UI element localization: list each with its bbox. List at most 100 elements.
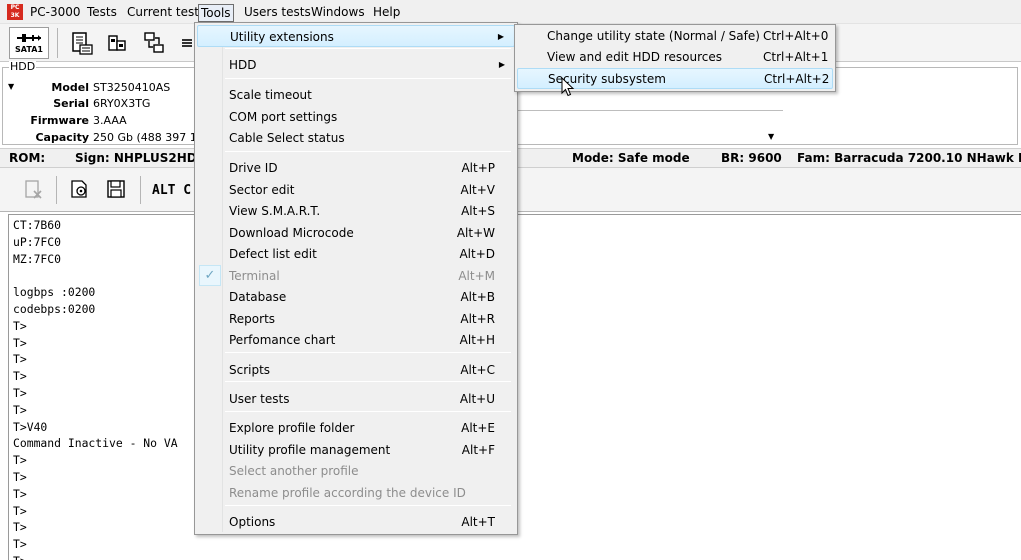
terminal-line: CT:7B60	[13, 218, 62, 232]
menu-item-label: Download Microcode	[229, 226, 354, 240]
menu-pc3000[interactable]: PC-3000	[30, 5, 80, 22]
menu-item-shortcut: Alt+R	[460, 312, 495, 326]
menu-windows[interactable]: Windows	[311, 5, 365, 22]
menu-item-shortcut: Alt+S	[461, 204, 495, 218]
menu-item-shortcut: Alt+D	[459, 247, 495, 261]
menu-item-database[interactable]: Database Alt+B	[197, 286, 515, 308]
submenu-item-view-and-edit-hdd-resources[interactable]: View and edit HDD resources Ctrl+Alt+1	[517, 47, 833, 68]
chip-button[interactable]	[66, 27, 96, 59]
terminal-line: T>	[13, 553, 27, 560]
terminal-line: uP:7FC0	[13, 234, 62, 249]
menu-item-shortcut: Alt+H	[459, 333, 495, 347]
submenu-item-change-utility-state-normal-safe[interactable]: Change utility state (Normal / Safe) Ctrl…	[517, 26, 833, 47]
menu-item-hdd[interactable]: HDD ▶	[197, 54, 515, 76]
menu-item-label: Rename profile according the device ID	[229, 486, 466, 500]
menu-users-tests[interactable]: Users tests	[244, 5, 311, 22]
menu-item-download-microcode[interactable]: Download Microcode Alt+W	[197, 222, 515, 244]
menu-item-shortcut: Alt+M	[458, 269, 495, 283]
field-serial-value: 6RY0X3TG	[93, 97, 151, 110]
file-gear-icon	[71, 180, 87, 198]
menu-item-scripts[interactable]: Scripts Alt+C	[197, 359, 515, 381]
menu-separator	[225, 381, 511, 382]
menu-item-cable-select-status[interactable]: Cable Select status	[197, 127, 515, 149]
menu-current-test[interactable]: Current test	[127, 5, 199, 22]
sata-port-button[interactable]: SATA1	[9, 27, 49, 59]
terminal-line: T>	[13, 470, 27, 484]
terminal-line: T>	[13, 453, 27, 468]
dropdown-arrow-icon[interactable]: ▼	[768, 132, 774, 141]
menu-item-label: Scale timeout	[229, 88, 312, 102]
terminal-line: T>	[13, 520, 27, 535]
terminal-line: Command Inactive - No VA	[13, 436, 178, 451]
menu-item-label: Utility profile management	[229, 443, 391, 457]
network-icon	[144, 32, 164, 53]
mouse-cursor-icon	[561, 77, 575, 97]
menu-item-label: Scripts	[229, 363, 271, 377]
list-button[interactable]	[178, 27, 194, 59]
menu-item-label: Drive ID	[229, 161, 278, 175]
terminal-line: logbps :0200	[13, 285, 96, 300]
terminal-line: T>	[13, 352, 27, 367]
menu-separator	[225, 505, 511, 506]
menu-item-utility-extensions[interactable]: Utility extensions ▶	[197, 25, 515, 47]
submenu-item-label: Change utility state (Normal / Safe)	[547, 29, 760, 43]
menu-item-user-tests[interactable]: User tests Alt+U	[197, 388, 515, 410]
menu-item-shortcut: Alt+V	[460, 183, 495, 197]
menu-item-shortcut: Alt+W	[456, 226, 495, 240]
menu-tools[interactable]: Tools	[198, 4, 234, 22]
field-capacity: Capacity 250 Gb (488 397 168	[3, 130, 210, 146]
save-button[interactable]	[104, 178, 128, 200]
menu-item-utility-profile-management[interactable]: Utility profile management Alt+F	[197, 439, 515, 461]
menu-item-defect-list-edit[interactable]: Defect list edit Alt+D	[197, 243, 515, 265]
menu-item-perfomance-chart[interactable]: Perfomance chart Alt+H	[197, 329, 515, 351]
rom-sign: Sign: NHPLUS2HD	[75, 151, 197, 165]
menu-item-view-s-m-a-r-t[interactable]: View S.M.A.R.T. Alt+S	[197, 200, 515, 222]
menu-item-shortcut: Alt+F	[461, 443, 495, 457]
menu-item-options[interactable]: Options Alt+T	[197, 511, 515, 533]
menu-tests[interactable]: Tests	[87, 5, 117, 22]
app-logo-icon[interactable]: PC 3K	[7, 4, 23, 20]
board-button[interactable]	[104, 27, 130, 59]
rom-family: Fam: Barracuda 7200.10 NHawk Plus	[797, 151, 1021, 165]
menu-item-com-port-settings[interactable]: COM port settings	[197, 106, 515, 128]
submenu-arrow-icon: ▶	[497, 32, 504, 41]
check-icon: ✓	[199, 265, 221, 286]
menu-item-label: View S.M.A.R.T.	[229, 204, 321, 218]
terminal-line: T>	[13, 335, 27, 350]
menu-item-label: HDD	[229, 58, 257, 72]
terminal-line: codebps:0200	[13, 302, 96, 316]
menu-item-label: Explore profile folder	[229, 421, 355, 435]
logo-bottom-text: 3K	[10, 12, 20, 19]
board-icon	[108, 35, 126, 51]
menu-item-shortcut: Alt+U	[459, 392, 495, 406]
field-serial: Serial 6RY0X3TG	[3, 96, 203, 112]
submenu-item-shortcut: Ctrl+Alt+0	[763, 29, 829, 43]
terminal-line: T>	[13, 537, 27, 552]
menu-item-shortcut: Alt+P	[461, 161, 495, 175]
settings-file-button[interactable]	[67, 178, 91, 200]
disconnect-button[interactable]	[21, 178, 45, 200]
submenu-item-shortcut: Ctrl+Alt+1	[763, 50, 829, 64]
menu-item-label: User tests	[229, 392, 290, 406]
menu-item-drive-id[interactable]: Drive ID Alt+P	[197, 157, 515, 179]
menu-item-shortcut: Alt+E	[461, 421, 495, 435]
menu-item-label: Cable Select status	[229, 131, 345, 145]
menu-item-rename-profile-according-the-device-id: Rename profile according the device ID	[197, 482, 515, 504]
toolbar-separator	[57, 28, 58, 58]
menu-item-explore-profile-folder[interactable]: Explore profile folder Alt+E	[197, 417, 515, 439]
toolbar2-separator	[56, 176, 57, 204]
terminal-line: T>	[13, 503, 27, 518]
alt-label: ALT C	[152, 183, 192, 198]
submenu-item-label: View and edit HDD resources	[547, 50, 723, 64]
menu-item-label: Terminal	[229, 269, 280, 283]
menu-item-label: Database	[229, 290, 287, 304]
menu-item-sector-edit[interactable]: Sector edit Alt+V	[197, 179, 515, 201]
menu-item-label: Perfomance chart	[229, 333, 336, 347]
menu-item-reports[interactable]: Reports Alt+R	[197, 308, 515, 330]
rom-baud-rate: BR: 9600	[721, 151, 782, 165]
menu-item-label: Sector edit	[229, 183, 295, 197]
network-button[interactable]	[140, 27, 168, 59]
menu-item-scale-timeout[interactable]: Scale timeout	[197, 84, 515, 106]
chip-icon	[72, 32, 93, 55]
menu-help[interactable]: Help	[373, 5, 400, 22]
